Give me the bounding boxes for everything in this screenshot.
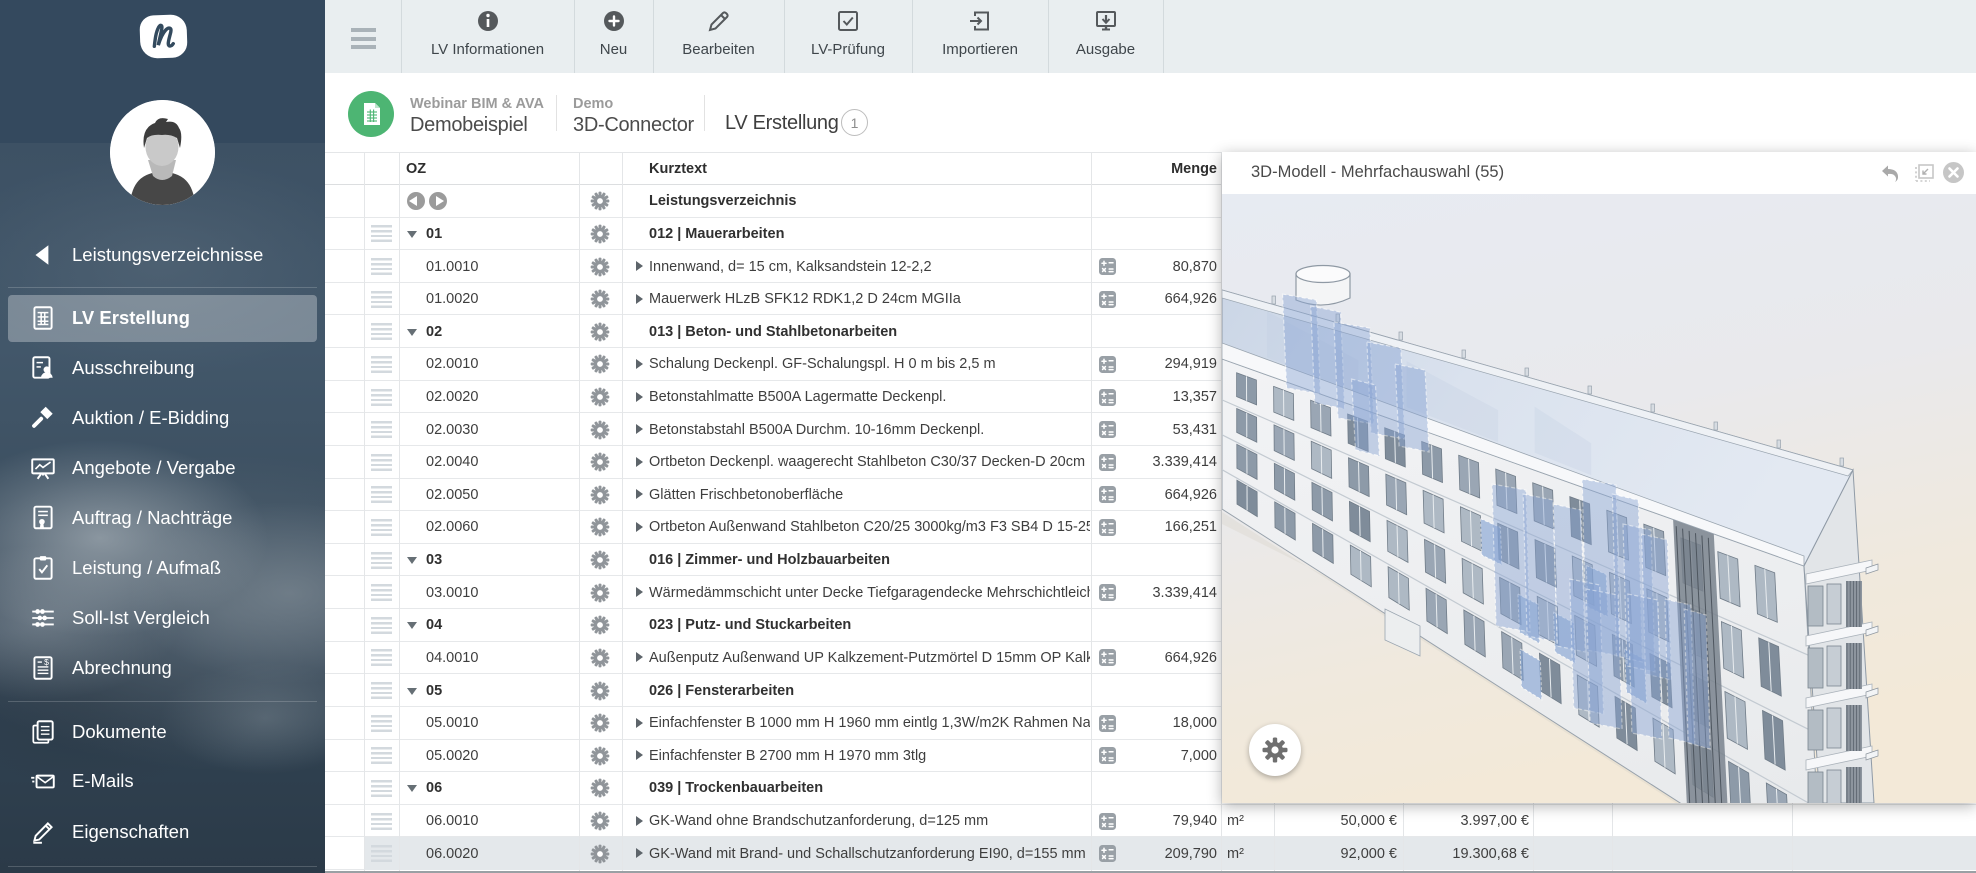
svg-text:$: $	[44, 657, 49, 667]
